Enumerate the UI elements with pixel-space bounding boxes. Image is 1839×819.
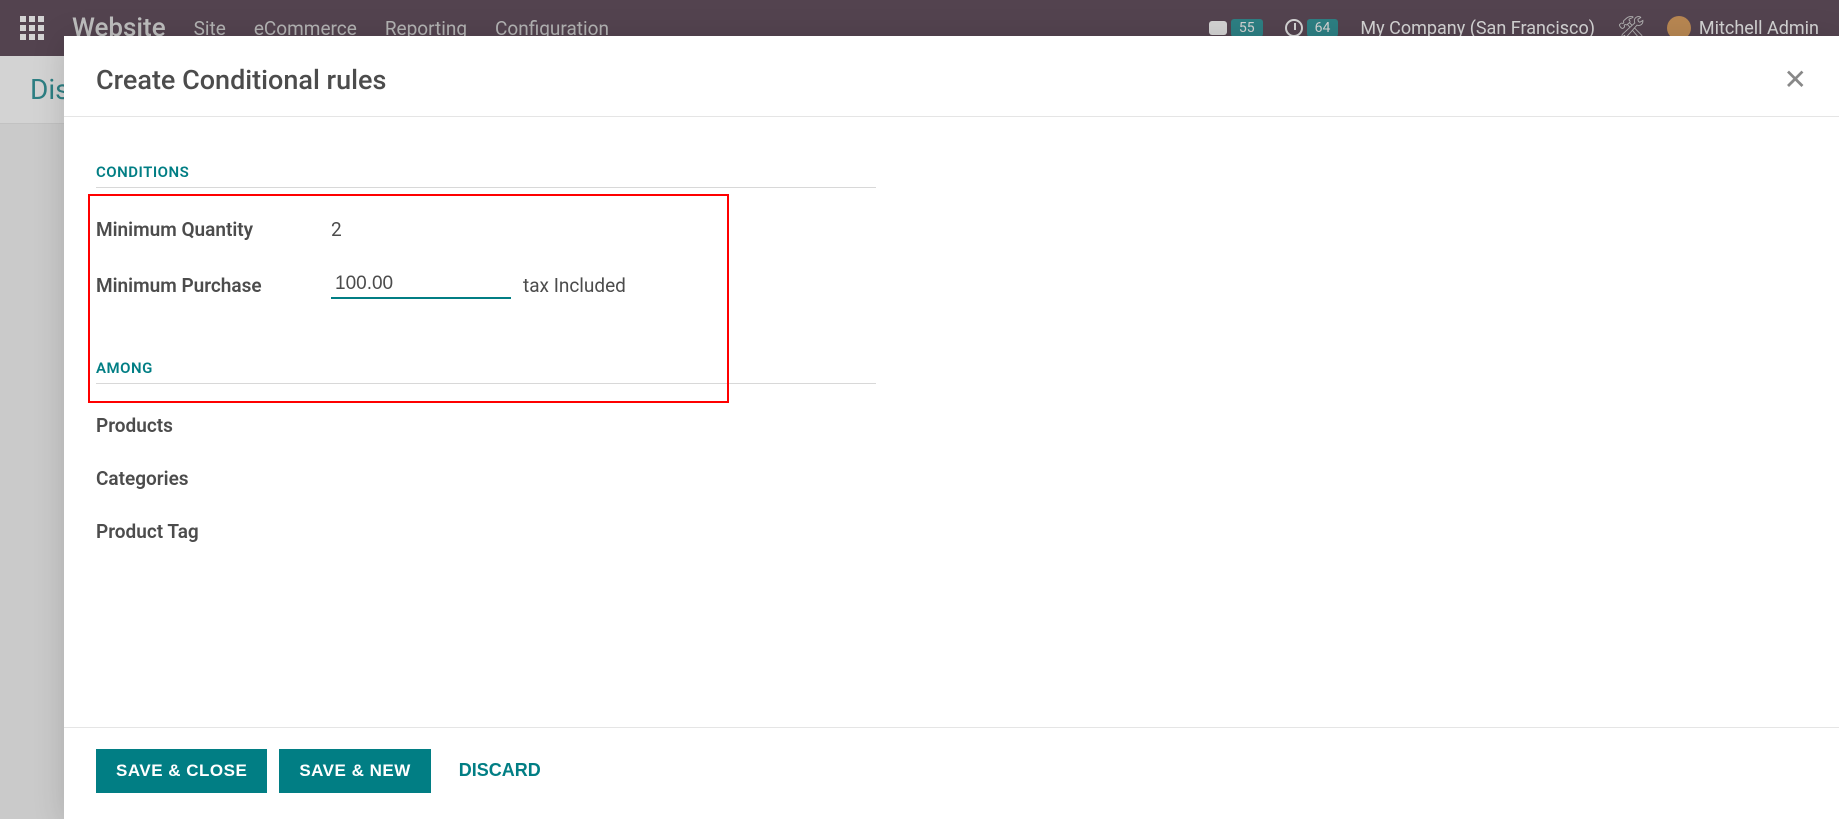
discard-button[interactable]: DISCARD [443,748,557,793]
among-product-tag[interactable]: Product Tag [96,520,1807,543]
min-purchase-input[interactable] [331,271,511,299]
section-conditions-header: CONDITIONS [96,163,876,188]
modal-title: Create Conditional rules [96,64,386,96]
field-min-purchase: Minimum Purchase tax Included [96,271,1807,299]
field-min-quantity: Minimum Quantity 2 [96,218,1807,241]
save-new-button[interactable]: SAVE & NEW [279,749,430,793]
min-purchase-suffix: tax Included [523,274,626,297]
among-categories[interactable]: Categories [96,467,1807,490]
section-among-header: AMONG [96,359,876,384]
min-quantity-label: Minimum Quantity [96,218,331,241]
modal: Create Conditional rules ✕ CONDITIONS Mi… [64,36,1839,819]
modal-body: CONDITIONS Minimum Quantity 2 Minimum Pu… [64,117,1839,727]
among-products[interactable]: Products [96,414,1807,437]
modal-header: Create Conditional rules ✕ [64,36,1839,117]
modal-footer: SAVE & CLOSE SAVE & NEW DISCARD [64,727,1839,819]
min-quantity-value[interactable]: 2 [331,218,342,241]
save-close-button[interactable]: SAVE & CLOSE [96,749,267,793]
min-purchase-label: Minimum Purchase [96,274,331,297]
close-icon[interactable]: ✕ [1784,66,1807,94]
